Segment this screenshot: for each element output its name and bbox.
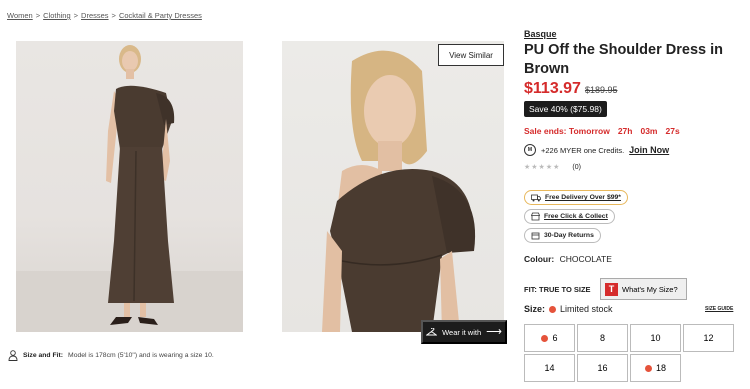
product-image-close-up[interactable] bbox=[282, 41, 504, 332]
returns-box-icon bbox=[531, 232, 540, 240]
product-image-full-length[interactable] bbox=[16, 41, 243, 332]
countdown-seconds: 27s bbox=[665, 126, 680, 136]
size-option-14[interactable]: 14 bbox=[524, 354, 575, 382]
click-collect-pill[interactable]: Free Click & Collect bbox=[524, 209, 615, 224]
rating-row[interactable]: ★★★★★ (0) bbox=[524, 163, 581, 172]
model-close-up-illustration bbox=[322, 50, 476, 332]
returns-pill[interactable]: 30-Day Returns bbox=[524, 228, 601, 243]
size-option-label: 16 bbox=[597, 363, 608, 373]
credits-text: +226 MYER one Credits. bbox=[541, 145, 625, 155]
breadcrumb-women[interactable]: Women bbox=[7, 11, 33, 20]
stock-status: Limited stock bbox=[560, 304, 613, 314]
size-and-fit-text: Model is 178cm (5'10") and is wearing a … bbox=[68, 352, 214, 359]
sale-ends-label: Sale ends: Tomorrow bbox=[524, 126, 610, 136]
price-row: $113.97 $189.95 bbox=[524, 80, 618, 98]
breadcrumb-cocktail-party-dresses[interactable]: Cocktail & Party Dresses bbox=[119, 11, 202, 20]
wear-it-with-label: Wear it with bbox=[442, 327, 482, 337]
size-label: Size: bbox=[524, 304, 546, 314]
breadcrumb-separator: > bbox=[73, 11, 79, 20]
size-option-label: 6 bbox=[552, 333, 558, 343]
star-rating-icon: ★★★★★ bbox=[524, 164, 561, 171]
person-icon bbox=[8, 350, 18, 361]
size-option-8[interactable]: 8 bbox=[577, 324, 628, 352]
colour-value: CHOCOLATE bbox=[559, 254, 612, 264]
credits-row: M +226 MYER one Credits. Join Now bbox=[524, 144, 669, 156]
limited-stock-dot-icon bbox=[549, 305, 557, 313]
free-delivery-label: Free Delivery Over $99* bbox=[545, 194, 621, 201]
true-fit-logo-icon: T bbox=[605, 282, 618, 296]
breadcrumb-clothing[interactable]: Clothing bbox=[43, 11, 71, 20]
review-count: (0) bbox=[572, 163, 581, 171]
size-status-row: Size: Limited stock bbox=[524, 304, 613, 314]
fit-label: FIT: TRUE TO SIZE bbox=[524, 285, 591, 294]
returns-label: 30-Day Returns bbox=[544, 232, 594, 239]
size-and-fit-label: Size and Fit: bbox=[23, 352, 64, 359]
countdown-minutes: 03m bbox=[640, 126, 658, 136]
size-option-label: 12 bbox=[703, 333, 714, 343]
size-option-label: 10 bbox=[650, 333, 661, 343]
size-option-18[interactable]: 18 bbox=[630, 354, 681, 382]
sale-price: $113.97 bbox=[524, 80, 581, 97]
size-option-label: 14 bbox=[544, 363, 555, 373]
whats-my-size-button[interactable]: T What's My Size? bbox=[600, 278, 687, 300]
breadcrumb-dresses[interactable]: Dresses bbox=[81, 11, 109, 20]
limited-stock-dot-icon bbox=[541, 334, 549, 342]
sale-countdown: Sale ends: Tomorrow 27h 03m 27s bbox=[524, 126, 680, 136]
size-guide-link[interactable]: SIZE GUIDE bbox=[705, 306, 733, 312]
colour-row: Colour: CHOCOLATE bbox=[524, 254, 612, 264]
size-option-16[interactable]: 16 bbox=[577, 354, 628, 382]
view-similar-button[interactable]: View Similar bbox=[438, 44, 504, 66]
brand-link[interactable]: Basque bbox=[524, 29, 557, 39]
store-icon bbox=[531, 212, 540, 221]
hanger-icon bbox=[426, 327, 438, 335]
model-full-length-illustration bbox=[16, 45, 243, 332]
size-option-12[interactable]: 12 bbox=[683, 324, 734, 352]
breadcrumb: Women > Clothing > Dresses > Cocktail & … bbox=[7, 11, 202, 20]
free-delivery-pill[interactable]: Free Delivery Over $99* bbox=[524, 190, 628, 205]
wear-it-with-button[interactable]: Wear it with ⟶ bbox=[421, 320, 507, 344]
breadcrumb-separator: > bbox=[111, 11, 116, 20]
click-collect-label: Free Click & Collect bbox=[544, 213, 608, 220]
truck-icon bbox=[531, 194, 541, 201]
size-option-10[interactable]: 10 bbox=[630, 324, 681, 352]
product-title: PU Off the Shoulder Dress in Brown bbox=[524, 42, 723, 77]
size-option-label: 8 bbox=[599, 333, 605, 343]
arrow-right-icon: ⟶ bbox=[486, 325, 502, 338]
breadcrumb-separator: > bbox=[35, 11, 41, 20]
countdown-hours: 27h bbox=[617, 126, 633, 136]
size-selector: 6 8 10 12 14 16 18 bbox=[524, 324, 740, 382]
size-and-fit-note: Size and Fit: Model is 178cm (5'10") and… bbox=[8, 350, 214, 361]
was-price: $189.95 bbox=[584, 85, 618, 95]
size-option-label: 18 bbox=[655, 363, 666, 373]
save-badge: Save 40% ($75.98) bbox=[524, 101, 607, 117]
limited-stock-dot-icon bbox=[644, 364, 652, 372]
size-option-6[interactable]: 6 bbox=[524, 324, 575, 352]
colour-label: Colour: bbox=[524, 254, 555, 264]
join-now-link[interactable]: Join Now bbox=[629, 145, 669, 155]
whats-my-size-label: What's My Size? bbox=[622, 284, 678, 294]
myer-one-coin-icon: M bbox=[524, 144, 536, 156]
